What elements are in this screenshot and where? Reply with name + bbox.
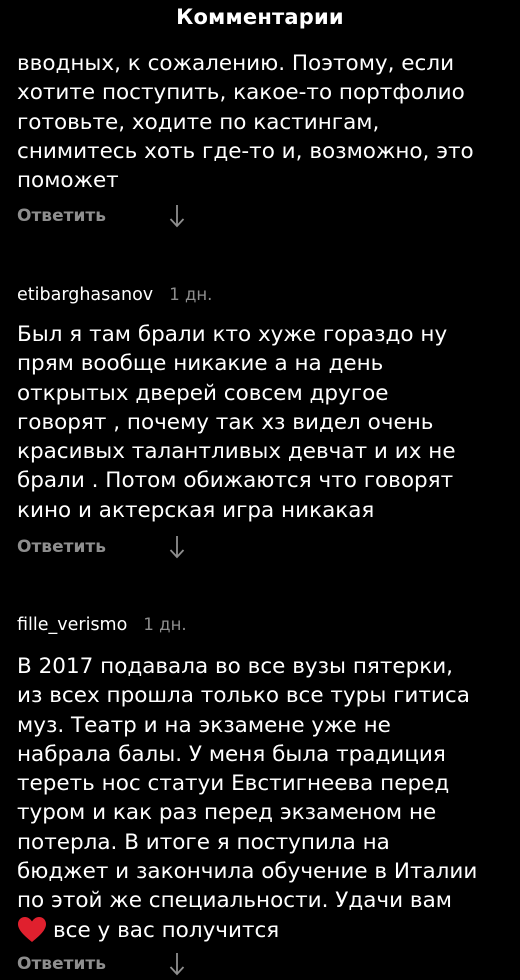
comment-line: брали . Потом обижаются что говорят [17, 468, 454, 494]
comment-line: Был я там брали кто хуже гораздо ну [17, 322, 448, 347]
comment-line: набрала балы. У меня была традиция [17, 741, 446, 767]
comment-line: вводных, к сожалению. Поэтому, если [17, 51, 455, 76]
comment-username[interactable]: fille_verismo [17, 615, 127, 635]
comment-line: В 2017 подавала во все вузы пятерки, [17, 654, 454, 679]
comment-line: бюджет и закончила обучение в Италии [17, 859, 478, 885]
comment-line: поможет [17, 168, 119, 194]
header-bar: Комментарии [0, 0, 520, 42]
comment-line: хотите поступить, какое-то портфолио [17, 80, 465, 106]
comment-text: Был я там брали кто хуже гораздо ну прям… [17, 320, 512, 525]
comment-text: вводных, к сожалению. Поэтому, если хоти… [17, 49, 512, 195]
red-heart-icon [18, 916, 46, 942]
comment-line: кино и актерская игра никакая [17, 497, 375, 523]
reply-button[interactable]: Ответить [17, 206, 106, 226]
comment-line: потерла. В итоге я поступила на [17, 829, 390, 855]
reply-button[interactable]: Ответить [17, 537, 106, 557]
comment-line: прям вообще никакие а на день [17, 351, 384, 377]
arrow-down-icon[interactable] [169, 203, 185, 229]
comment-line-with-emoji: все у вас получится [17, 916, 512, 945]
comment-timestamp: 1 дн. [143, 615, 187, 634]
comment-line: по этой же специальности. Удачи вам [17, 888, 452, 914]
arrow-down-icon[interactable] [169, 951, 185, 977]
comment-header: fille_verismo 1 дн. [17, 615, 187, 639]
comment-line: открытых дверей совсем другое [17, 380, 389, 406]
comment-timestamp: 1 дн. [169, 285, 213, 304]
comment-line: тереть нос статуи Евстигнеева перед [17, 771, 450, 797]
comment-header: etibarghasanov 1 дн. [17, 285, 212, 309]
reply-button[interactable]: Ответить [17, 954, 106, 974]
page-title: Комментарии [176, 5, 344, 29]
comment-line: говорят , почему так хз видел очень [17, 409, 434, 435]
comment-line: муз. Театр и на экзамене уже не [17, 712, 391, 738]
comment-line: из всех прошла только все туры гитиса [17, 683, 470, 709]
comment-line: красивых талантливых девчат и их не [17, 439, 456, 465]
arrow-down-icon[interactable] [169, 534, 185, 560]
comment-line: туром и как раз перед экзаменом не [17, 800, 437, 826]
comment-text: В 2017 подавала во все вузы пятерки, из … [17, 652, 512, 945]
comment-line: готовьте, ходите по кастингам, [17, 109, 380, 135]
comment-line: снимитесь хоть где-то и, возможно, это [17, 138, 474, 164]
comment-line: все у вас получится [53, 917, 280, 943]
comment-username[interactable]: etibarghasanov [17, 285, 153, 305]
